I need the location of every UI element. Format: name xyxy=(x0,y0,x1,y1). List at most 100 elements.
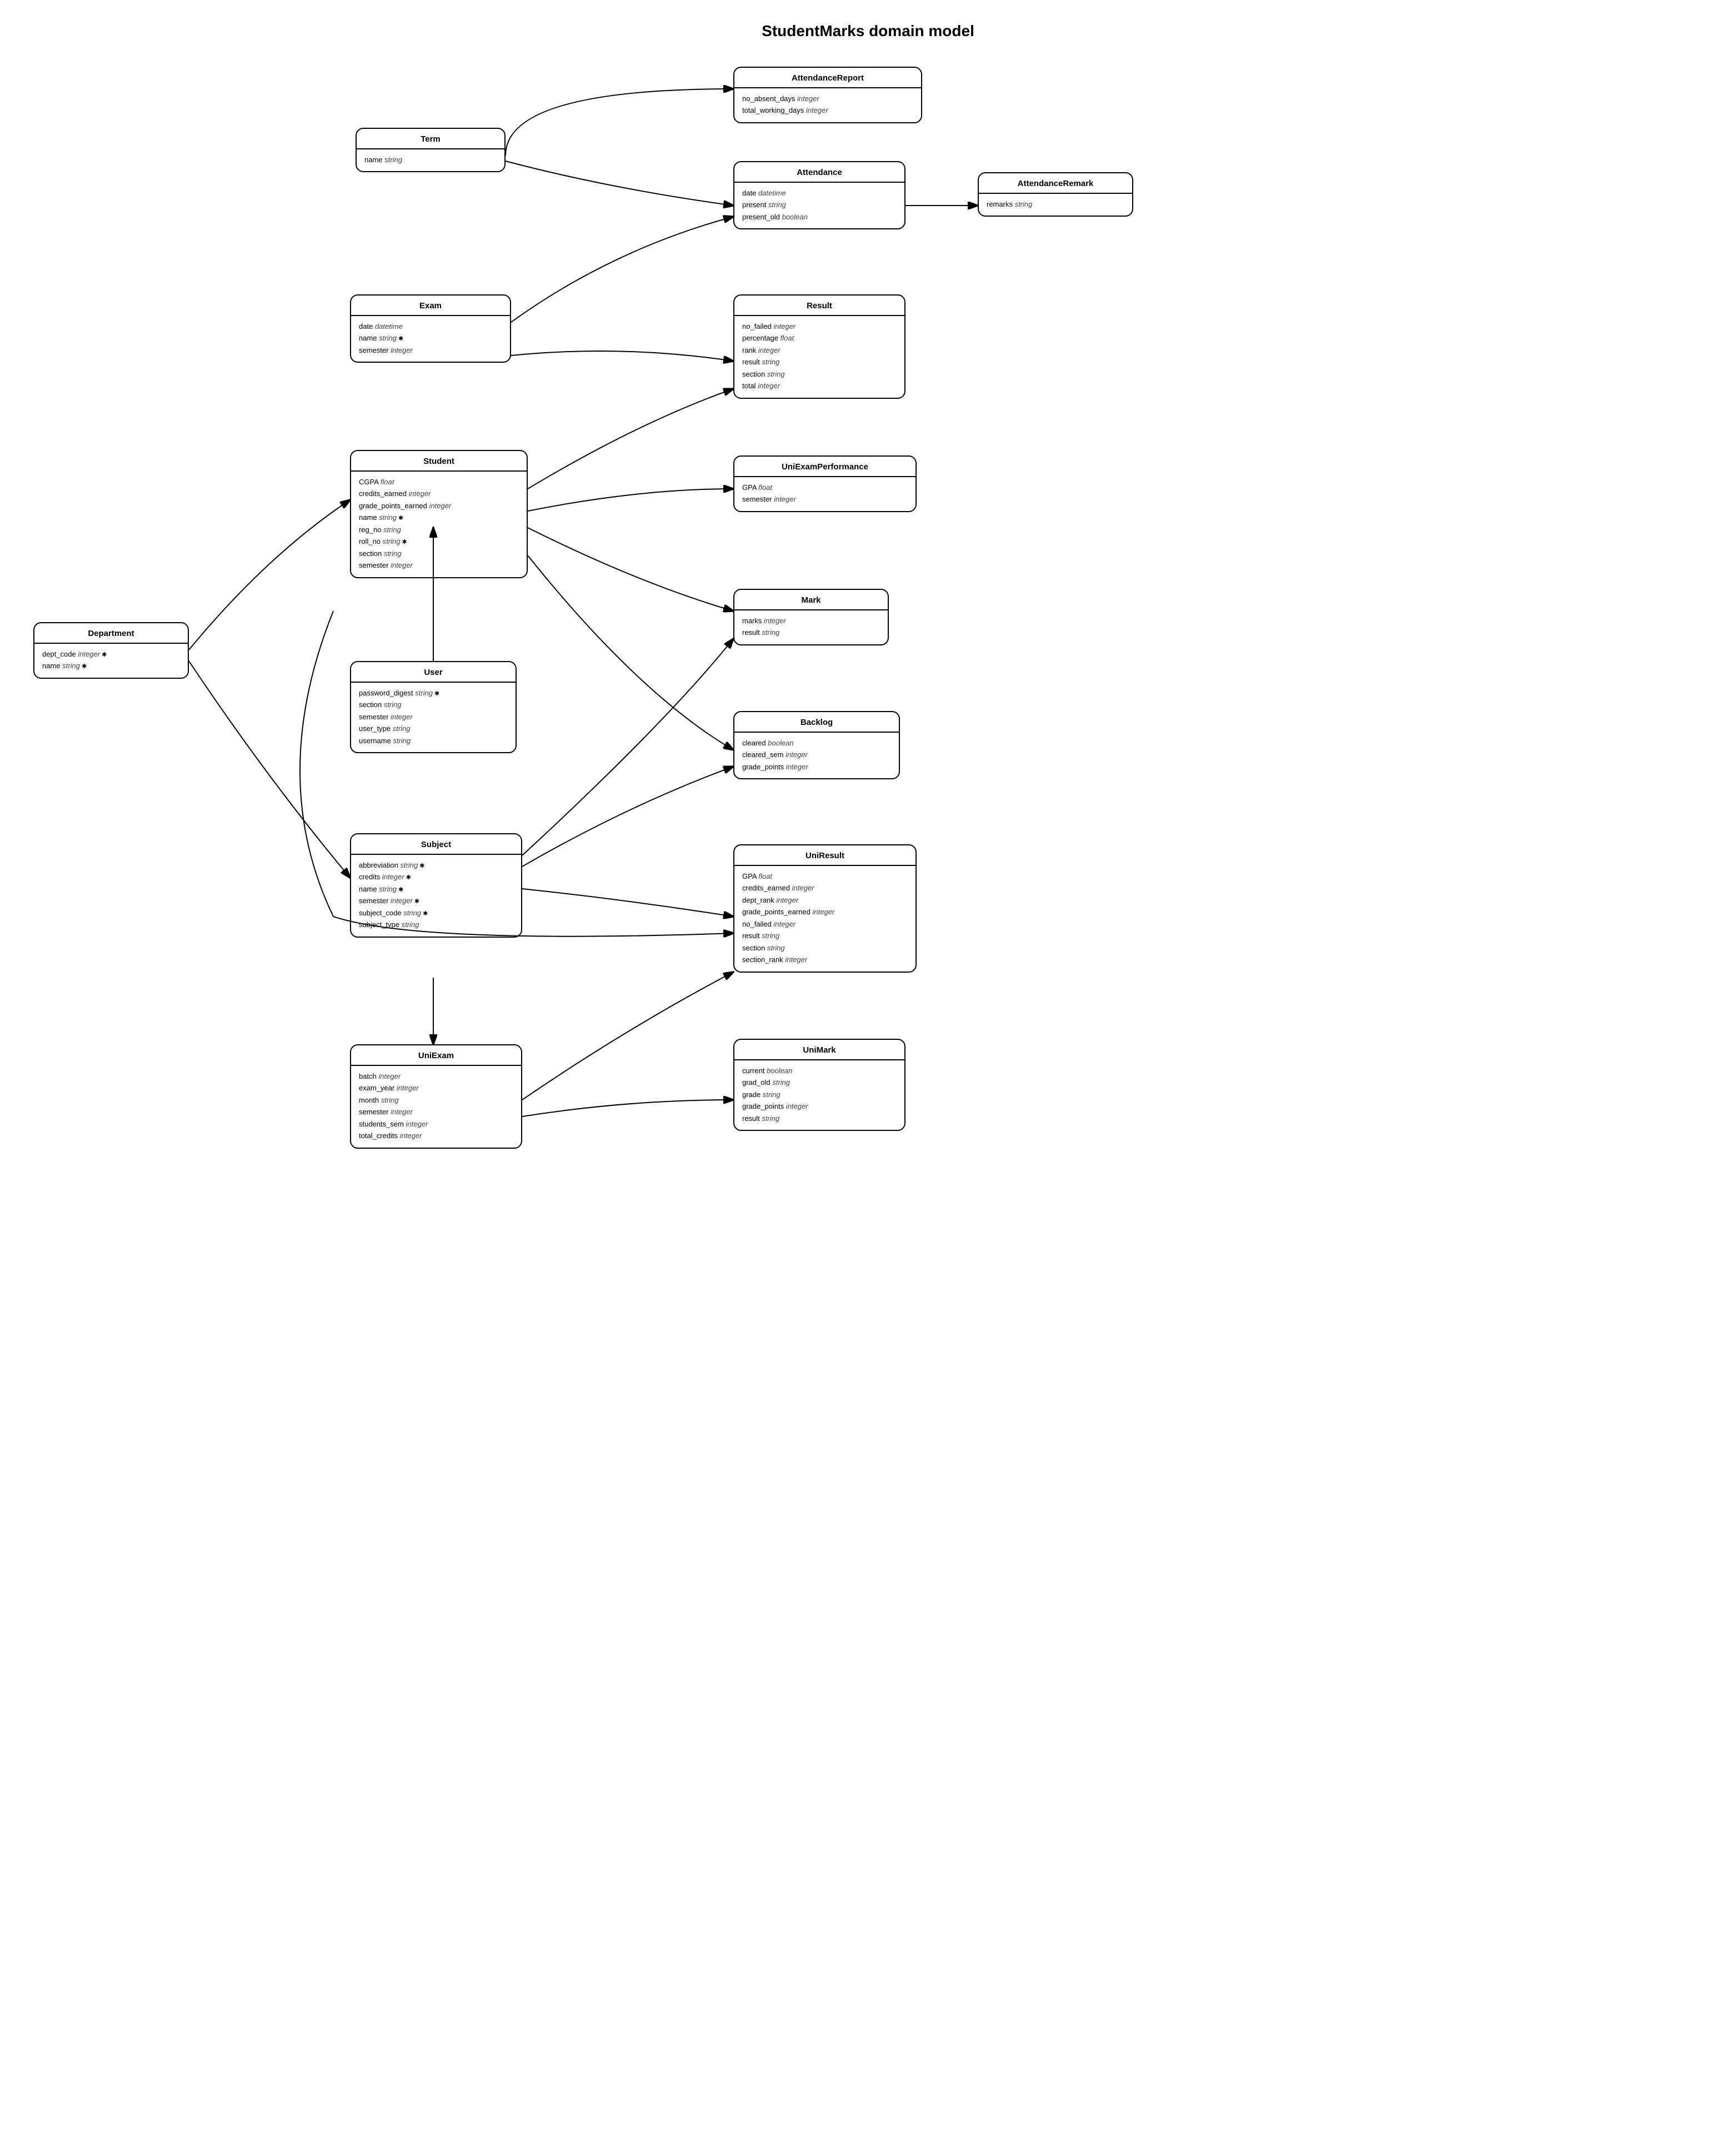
entity-student: StudentCGPA floatcredits_earned integerg… xyxy=(350,450,528,578)
entity-header-user: User xyxy=(351,662,516,683)
field-name: name string ✱ xyxy=(359,512,519,523)
entity-body-uniexamperformance: GPA floatsemester integer xyxy=(734,477,915,511)
entity-body-user: password_digest string ✱section stringse… xyxy=(351,683,516,752)
entity-uniexamperformance: UniExamPerformanceGPA floatsemester inte… xyxy=(733,455,917,512)
entity-body-attendanceremark: remarks string xyxy=(979,194,1132,216)
entity-user: Userpassword_digest string ✱section stri… xyxy=(350,661,517,753)
field-grade_points_earned: grade_points_earned integer xyxy=(742,906,908,918)
entity-uniexam: UniExambatch integerexam_year integermon… xyxy=(350,1044,522,1149)
field-semester: semester integer xyxy=(359,344,502,356)
entity-header-student: Student xyxy=(351,451,527,472)
entity-body-attendance: date datetimepresent stringpresent_old b… xyxy=(734,183,904,228)
entity-subject: Subjectabbreviation string ✱credits inte… xyxy=(350,833,522,938)
field-username: username string xyxy=(359,735,508,747)
entity-header-backlog: Backlog xyxy=(734,712,899,733)
field-cleared: cleared boolean xyxy=(742,737,891,749)
entity-header-department: Department xyxy=(34,623,188,644)
field-result: result string xyxy=(742,627,880,638)
field-cleared_sem: cleared_sem integer xyxy=(742,749,891,760)
entity-mark: Markmarks integerresult string xyxy=(733,589,889,645)
entity-unimark: UniMarkcurrent booleangrad_old stringgra… xyxy=(733,1039,905,1131)
entity-attendance: Attendancedate datetimepresent stringpre… xyxy=(733,161,905,229)
field-user_type: user_type string xyxy=(359,723,508,734)
field-total_working_days: total_working_days integer xyxy=(742,104,913,116)
entity-department: Departmentdept_code integer ✱name string… xyxy=(33,622,189,679)
field-name: name string xyxy=(364,154,497,166)
field-present_old: present_old boolean xyxy=(742,211,897,223)
field-result: result string xyxy=(742,1113,897,1124)
entity-body-department: dept_code integer ✱name string ✱ xyxy=(34,644,188,678)
field-semester: semester integer xyxy=(359,559,519,571)
entity-header-result: Result xyxy=(734,296,904,316)
field-present: present string xyxy=(742,199,897,211)
field-roll_no: roll_no string ✱ xyxy=(359,535,519,547)
entity-body-result: no_failed integerpercentage floatrank in… xyxy=(734,316,904,398)
entity-term: Term name string xyxy=(356,128,506,172)
field-grade_points: grade_points integer xyxy=(742,1100,897,1112)
field-section: section string xyxy=(742,942,908,954)
field-percentage: percentage float xyxy=(742,332,897,344)
entity-header-uniexam: UniExam xyxy=(351,1045,521,1066)
field-name: name string ✱ xyxy=(359,332,502,344)
field-total_credits: total_credits integer xyxy=(359,1130,513,1141)
entity-header-term: Term xyxy=(357,129,504,149)
field-current: current boolean xyxy=(742,1065,897,1076)
field-section: section string xyxy=(742,368,897,380)
field-grade_points: grade_points integer xyxy=(742,761,891,773)
entity-header-unimark: UniMark xyxy=(734,1040,904,1060)
entity-exam: Examdate datetimename string ✱semester i… xyxy=(350,294,511,363)
field-name: name string ✱ xyxy=(42,660,180,672)
field-reg_no: reg_no string xyxy=(359,524,519,535)
entity-body-exam: date datetimename string ✱semester integ… xyxy=(351,316,510,362)
field-dept_code: dept_code integer ✱ xyxy=(42,648,180,660)
field-students_sem: students_sem integer xyxy=(359,1118,513,1130)
field-grad_old: grad_old string xyxy=(742,1076,897,1088)
field-rank: rank integer xyxy=(742,344,897,356)
entity-uniresult: UniResultGPA floatcredits_earned integer… xyxy=(733,844,917,973)
entity-header-mark: Mark xyxy=(734,590,888,610)
field-result: result string xyxy=(742,356,897,368)
field-date: date datetime xyxy=(742,187,897,199)
field-total: total integer xyxy=(742,380,897,392)
field-subject_code: subject_code string ✱ xyxy=(359,907,513,919)
field-section: section string xyxy=(359,699,508,710)
field-semester: semester integer xyxy=(742,493,908,505)
field-subject_type: subject_type string xyxy=(359,919,513,930)
field-credits_earned: credits_earned integer xyxy=(359,488,519,499)
entity-body-uniresult: GPA floatcredits_earned integerdept_rank… xyxy=(734,866,915,972)
entity-backlog: Backlogcleared booleancleared_sem intege… xyxy=(733,711,900,779)
entity-attendanceremark: AttendanceRemark remarks string xyxy=(978,172,1133,217)
field-grade_points_earned: grade_points_earned integer xyxy=(359,500,519,512)
entity-header-attendance: Attendance xyxy=(734,162,904,183)
field-gpa: GPA float xyxy=(742,870,908,882)
diagram-title: StudentMarks domain model xyxy=(0,22,1736,40)
field-no_failed: no_failed integer xyxy=(742,321,897,332)
field-gpa: GPA float xyxy=(742,482,908,493)
field-password_digest: password_digest string ✱ xyxy=(359,687,508,699)
entity-body-uniexam: batch integerexam_year integermonth stri… xyxy=(351,1066,521,1148)
entity-header-uniresult: UniResult xyxy=(734,845,915,866)
field-credits: credits integer ✱ xyxy=(359,871,513,883)
field-dept_rank: dept_rank integer xyxy=(742,894,908,906)
field-batch: batch integer xyxy=(359,1070,513,1082)
entity-result: Resultno_failed integerpercentage floatr… xyxy=(733,294,905,399)
field-date: date datetime xyxy=(359,321,502,332)
field-cgpa: CGPA float xyxy=(359,476,519,488)
field-section: section string xyxy=(359,548,519,559)
entity-body-subject: abbreviation string ✱credits integer ✱na… xyxy=(351,855,521,937)
entity-body-student: CGPA floatcredits_earned integergrade_po… xyxy=(351,472,527,577)
entity-header-subject: Subject xyxy=(351,834,521,855)
entity-header-attendanceremark: AttendanceRemark xyxy=(979,173,1132,194)
field-no_absent_days: no_absent_days integer xyxy=(742,93,913,104)
entity-body-mark: marks integerresult string xyxy=(734,610,888,644)
field-credits_earned: credits_earned integer xyxy=(742,882,908,894)
field-semester: semester integer ✱ xyxy=(359,895,513,907)
field-remarks: remarks string xyxy=(987,198,1124,210)
field-section_rank: section_rank integer xyxy=(742,954,908,965)
entity-header-uniexamperformance: UniExamPerformance xyxy=(734,457,915,477)
field-result: result string xyxy=(742,930,908,942)
field-grade: grade string xyxy=(742,1089,897,1100)
entity-body-attendancereport: no_absent_days integertotal_working_days… xyxy=(734,88,921,122)
field-marks: marks integer xyxy=(742,615,880,627)
entity-body-backlog: cleared booleancleared_sem integergrade_… xyxy=(734,733,899,778)
